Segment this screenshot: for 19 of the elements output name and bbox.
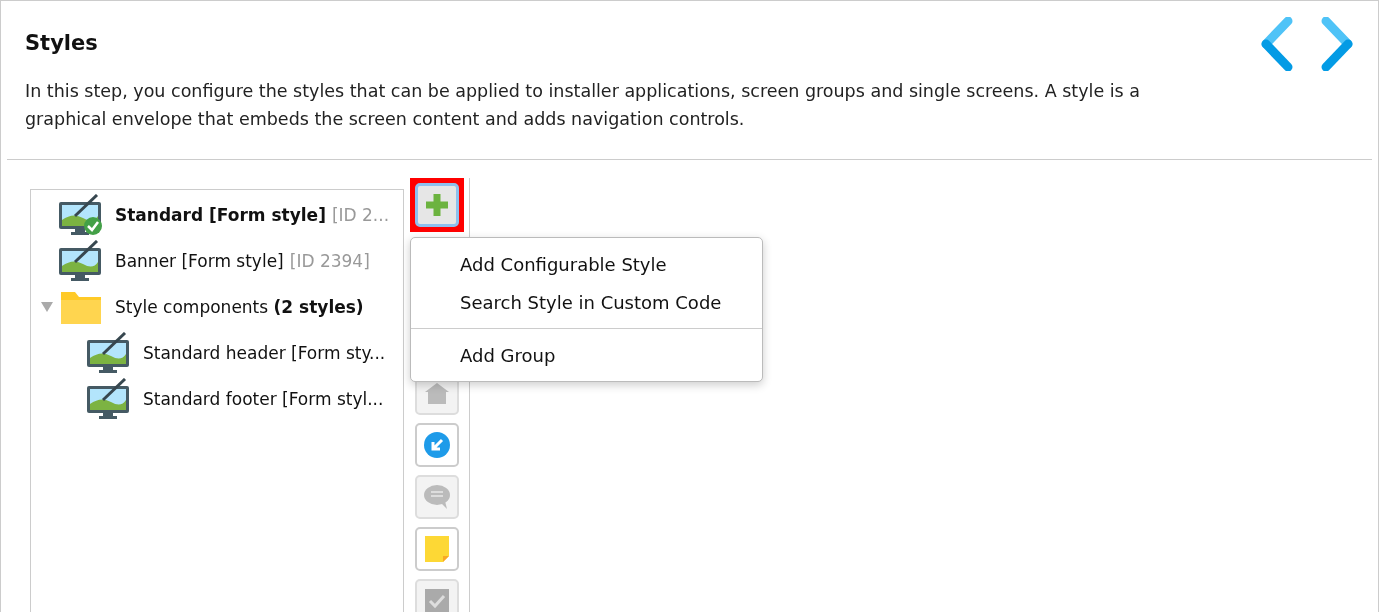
menu-item[interactable]: Search Style in Custom Code — [411, 284, 762, 322]
menu-item[interactable]: Add Group — [411, 337, 762, 375]
expanded-triangle-icon[interactable] — [41, 302, 53, 312]
back-button[interactable] — [414, 423, 459, 467]
tree-item-label[interactable]: Banner [Form style] — [115, 251, 284, 271]
speech-bubble-icon — [422, 484, 451, 510]
sticky-note-icon — [424, 536, 449, 562]
tree-item-label[interactable]: Standard header [Form sty... — [143, 343, 386, 363]
page-title: Styles — [25, 31, 99, 55]
tree-item-id: [ID 2394] — [289, 251, 370, 271]
menu-item[interactable]: Add Configurable Style — [411, 246, 762, 284]
plus-icon — [423, 192, 450, 218]
tree-item-label[interactable]: Style components (2 styles) — [115, 297, 364, 317]
note-button[interactable] — [414, 527, 459, 571]
description-text: In this step, you configure the styles that can be applied to installer applications, screen groups and single screens. A style is a graphical envelope that embeds the screen content and adds navigation controls. — [25, 80, 1141, 131]
checkmark-icon — [424, 589, 449, 612]
tree-item-id: [ID 2... — [331, 205, 390, 225]
tree-item-label[interactable]: Standard footer [Form styl... — [143, 389, 384, 409]
tree-item-label[interactable]: Standard [Form style] — [115, 205, 326, 225]
